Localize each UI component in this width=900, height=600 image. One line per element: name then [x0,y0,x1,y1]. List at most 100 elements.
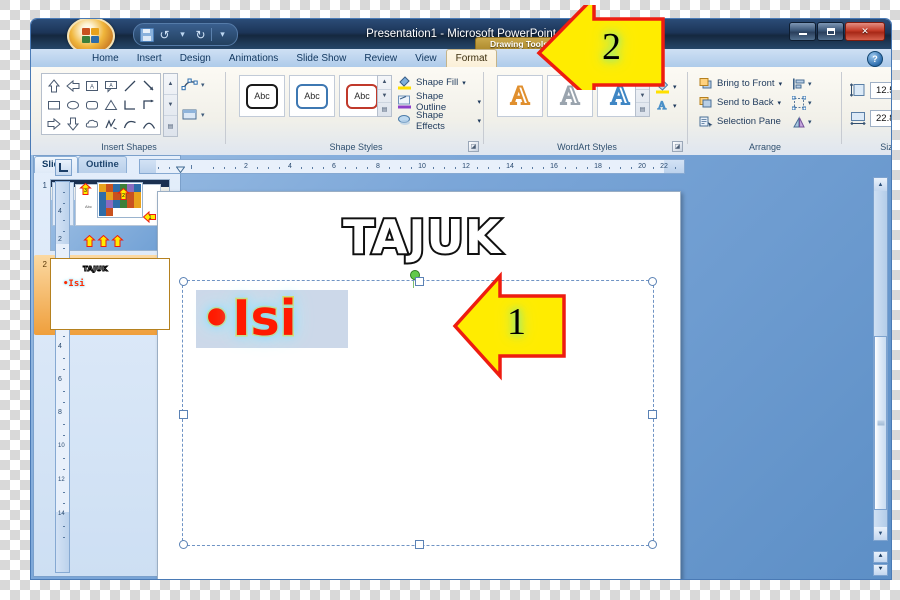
resize-handle-s[interactable] [415,540,424,549]
vertical-ruler[interactable]: 4 2 2 4 6 8 10 12 14 [55,181,70,573]
rotate-caret-icon[interactable]: ▾ [808,118,812,126]
slide-canvas[interactable]: TAJUK •Isi [157,191,681,579]
tab-stop-selector[interactable] [55,159,72,176]
tab-animations[interactable]: Animations [220,50,287,67]
close-button[interactable]: ✕ [845,22,885,41]
shape-fill-button[interactable]: Shape Fill ▾ [397,73,481,92]
shape-curve-icon[interactable] [120,114,139,133]
rotate-button[interactable]: ▾ [792,112,812,131]
redo-icon[interactable]: ↻ [193,27,208,42]
undo-caret-icon[interactable]: ▾ [175,27,190,42]
shape-triangle-icon[interactable] [101,95,120,114]
shape-height-input[interactable]: 12.57 cm ▴ ▾ [870,81,891,99]
tab-insert[interactable]: Insert [128,50,171,67]
send-to-back-button[interactable]: Send to Back ▾ [699,93,782,112]
horizontal-ruler[interactable]: 2 4 6 8 10 12 14 16 18 20 22 [139,159,685,174]
shape-text-box-icon[interactable]: A [82,76,101,95]
first-line-indent-marker[interactable] [175,160,186,173]
shape-arc-icon[interactable] [139,114,158,133]
tab-home[interactable]: Home [83,50,128,67]
tab-review[interactable]: Review [355,50,406,67]
scroll-down-button[interactable]: ▼ [874,527,887,540]
slide-thumb-image-2[interactable]: TAJUK •Isi [50,258,170,330]
shape-style-thumb-blue[interactable]: Abc [289,75,335,117]
shape-effects-button[interactable]: Shape Effects ▾ [397,110,481,132]
resize-handle-w[interactable] [179,410,188,419]
shape-styles-scroll-up-button[interactable]: ▲ [378,76,391,90]
edit-shape-caret-icon[interactable]: ▾ [201,81,205,89]
group-button[interactable]: ▾ [791,93,812,112]
shape-effects-caret-icon[interactable]: ▾ [477,117,481,125]
shape-styles-scroll-down-button[interactable]: ▼ [378,90,391,104]
shape-arrow-up-icon[interactable] [44,76,63,95]
shape-elbow-arrow-icon[interactable] [139,95,158,114]
scroll-up-button[interactable]: ▲ [874,178,887,191]
send-to-back-caret-icon[interactable]: ▾ [778,99,782,107]
text-outline-button[interactable]: A ▾ [655,96,677,115]
shape-styles-scrollbar[interactable]: ▲ ▼ ▤ [377,75,392,117]
wordart-scroll-down-button[interactable]: ▼ [636,90,649,104]
shape-style-thumb-black[interactable]: Abc [239,75,285,117]
shape-arrow-left-icon[interactable] [63,76,82,95]
shape-arrow-right-icon[interactable] [44,114,63,133]
resize-handle-nw[interactable] [179,277,188,286]
text-fill-button[interactable]: ▾ [655,77,677,96]
minimize-button[interactable] [789,22,816,41]
wordart-scroll-up-button[interactable]: ▲ [636,76,649,90]
wordart-thumb-orange[interactable]: A [497,75,543,117]
shape-width-input[interactable]: 22.86 cm ▴ ▾ [870,109,891,127]
bring-to-front-caret-icon[interactable]: ▾ [779,80,783,88]
resize-handle-e[interactable] [648,410,657,419]
slide-thumbnail-2[interactable]: 2 TAJUK •Isi [34,255,176,335]
shape-cloud-icon[interactable] [82,114,101,133]
shape-rectangle-icon[interactable] [44,95,63,114]
help-icon[interactable]: ? [867,51,883,67]
shapes-more-button[interactable]: ▤ [164,116,177,136]
shape-rounded-rectangle-icon[interactable] [82,95,101,114]
shapes-scroll-down-button[interactable]: ▼ [164,95,177,116]
maximize-button[interactable] [817,22,844,41]
text-fill-caret-icon[interactable]: ▾ [673,83,677,91]
save-icon[interactable] [139,27,154,42]
selection-pane-button[interactable]: Selection Pane [699,112,782,131]
tab-design[interactable]: Design [171,50,220,67]
shape-elbow-connector-icon[interactable] [120,95,139,114]
content-placeholder[interactable]: •Isi [179,277,657,549]
shape-fill-caret-icon[interactable]: ▾ [462,79,466,87]
wordart-styles-gallery[interactable]: A A A [497,75,647,117]
customize-qat-caret-icon[interactable]: ▾ [215,27,230,42]
quick-access-toolbar[interactable]: ↺ ▾ ↻ ▾ [133,23,238,46]
shape-callout-icon[interactable]: A [101,76,120,95]
resize-handle-ne[interactable] [648,277,657,286]
text-box-button[interactable]: ▾ [181,105,221,125]
shape-line-icon[interactable] [120,76,139,95]
tab-slide-show[interactable]: Slide Show [287,50,355,67]
shape-styles-more-button[interactable]: ▤ [378,103,391,116]
shape-outline-caret-icon[interactable]: ▾ [477,98,481,106]
left-indent-marker[interactable] [176,168,185,173]
slide-body-text[interactable]: •Isi [199,290,298,348]
tab-format[interactable]: Format [445,49,498,67]
shape-oval-icon[interactable] [63,95,82,114]
shape-styles-gallery[interactable]: Abc Abc Abc [239,75,389,117]
undo-icon[interactable]: ↺ [157,27,172,42]
shapes-gallery-scrollbar[interactable]: ▲ ▼ ▤ [163,73,178,137]
align-caret-icon[interactable]: ▾ [808,80,812,88]
text-box-caret-icon[interactable]: ▾ [201,111,205,119]
bring-to-front-button[interactable]: Bring to Front ▾ [699,74,782,93]
resize-handle-n[interactable] [415,277,424,286]
shapes-gallery[interactable]: A A [41,73,161,135]
shape-outline-button[interactable]: Shape Outline ▾ [397,91,481,113]
wordart-more-button[interactable]: ▤ [636,103,649,116]
shape-freeform-icon[interactable] [101,114,120,133]
tab-view[interactable]: View [406,50,446,67]
text-outline-caret-icon[interactable]: ▾ [673,102,677,110]
next-slide-button[interactable]: ⯆ [873,564,888,576]
wordart-thumb-gray[interactable]: A [547,75,593,117]
shape-arrow-down-icon[interactable] [63,114,82,133]
group-caret-icon[interactable]: ▾ [808,99,812,107]
tab-outline[interactable]: Outline [78,156,127,173]
edit-shape-button[interactable]: ▾ [181,75,221,95]
resize-handle-sw[interactable] [179,540,188,549]
shape-styles-dialog-launcher[interactable]: ◪ [468,141,479,152]
